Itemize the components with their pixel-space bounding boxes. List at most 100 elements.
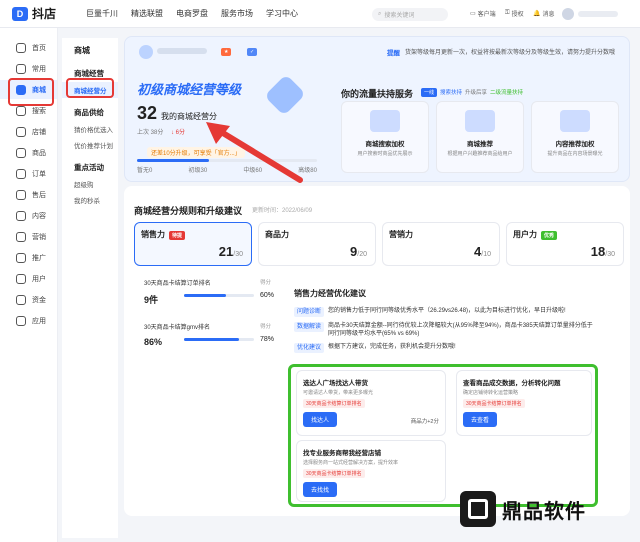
watermark-text: 鼎品软件 xyxy=(502,500,586,523)
submenu-item[interactable]: 超级购 xyxy=(62,176,118,192)
support-card[interactable]: 商城搜索加权 用户搜索时商品优先展示 xyxy=(341,101,429,173)
message-link[interactable]: 🔔 消息 xyxy=(533,9,555,18)
topnav-item[interactable]: 服务市场 xyxy=(221,8,253,19)
sidebar-item-label: 内容 xyxy=(32,212,46,220)
home-icon xyxy=(16,42,26,53)
fund-icon xyxy=(16,294,26,305)
support-tag: 搜索扶持 xyxy=(440,90,463,96)
score-delta: ↓ 6分 xyxy=(171,130,186,136)
advice-text: 您的销售力低于同行同等级优秀水平（26.29vs26.48)，以此为目标进行优化… xyxy=(328,308,566,314)
search-input[interactable]: ⌕ 搜索关键词 xyxy=(372,8,448,21)
auth-label: 授权 xyxy=(511,12,524,18)
sidebar-item[interactable]: 用户 xyxy=(0,269,57,288)
sidebar-item-label: 常用 xyxy=(32,65,46,73)
sidebar-item[interactable]: 首页 xyxy=(0,38,57,57)
topnav-item[interactable]: 学习中心 xyxy=(266,8,298,19)
sidebar-item[interactable]: 常用 xyxy=(0,59,57,78)
client-link[interactable]: ▭ 客户端 xyxy=(470,9,496,18)
submenu: 商城 商城经营 商城经营分 商品供给 猜价格优选入 优价推荐计划 重点活动 超级购 我的秒杀 xyxy=(62,38,118,538)
advice-tag: 问题诊断 xyxy=(294,307,325,317)
highlight-box-mall xyxy=(8,78,54,106)
metric-card[interactable]: 营销力 4/10 xyxy=(382,222,500,266)
sidebar-item[interactable]: 订单 xyxy=(0,164,57,183)
advice-row: 优化建议 根据下方建议，完成任务，获利机会提升分数哦! xyxy=(294,343,594,354)
advice-tag: 优化建议 xyxy=(294,343,325,354)
detail-progress xyxy=(184,338,254,341)
watermark: 鼎品软件 xyxy=(460,491,586,527)
submenu-item[interactable]: 商品供给 xyxy=(62,104,118,121)
support-tag: 升级后享 xyxy=(465,90,488,96)
top-bar: D 抖店 巨量千川 精选联盟 电商罗盘 服务市场 学习中心 ⌕ 搜索关键词 ▭ 客户端… xyxy=(0,0,640,28)
sidebar-item[interactable]: 应用 xyxy=(0,311,57,330)
level-step: 暂无0 xyxy=(137,168,153,174)
sidebar-item-label: 售后 xyxy=(32,191,46,199)
sidebar-item[interactable]: 店铺 xyxy=(0,122,57,141)
submenu-item[interactable]: 我的秒杀 xyxy=(62,192,118,208)
metric-card[interactable]: 商品力 9/20 xyxy=(258,222,376,266)
rules-title: 商城经营分规则和升级建议 xyxy=(134,206,243,216)
metric-total: /10 xyxy=(481,251,491,258)
goods-icon xyxy=(16,147,26,158)
detail-right: 60% xyxy=(260,292,275,299)
topnav-item[interactable]: 电商罗盘 xyxy=(176,8,208,19)
sidebar-item[interactable]: 资金 xyxy=(0,290,57,309)
metric-total: /30 xyxy=(605,251,615,258)
metric-detail: 30天商品卡结算订单排名 9件 得分 60% 30天商品卡结算gmv排名 86% 得分 78% xyxy=(138,272,282,364)
submenu-title: 商城 xyxy=(74,46,90,55)
submenu-item[interactable]: 猜价格优选入 xyxy=(62,121,118,137)
submenu-item[interactable]: 优价推荐计划 xyxy=(62,137,118,153)
sidebar-item-label: 商品 xyxy=(32,149,46,157)
detail-right-label: 得分 xyxy=(260,280,272,286)
topnav-item[interactable]: 精选联盟 xyxy=(131,8,163,19)
search-placeholder: 搜索关键词 xyxy=(384,13,415,19)
detail-label: 30天商品卡结算订单排名 xyxy=(144,281,211,287)
support-illustration-icon xyxy=(465,110,495,132)
promote-icon xyxy=(16,252,26,263)
client-label: 客户端 xyxy=(477,12,496,18)
sidebar-item-label: 营销 xyxy=(32,233,46,241)
badge: ★ xyxy=(221,48,232,56)
support-card[interactable]: 内容推荐加权 提升商品在内容场景曝光 xyxy=(531,101,619,173)
auth-link[interactable]: ⚿ 授权 xyxy=(505,9,524,18)
metric-tag: 待提 xyxy=(169,231,186,240)
marketing-icon xyxy=(16,231,26,242)
notice-tag: 提醒 xyxy=(387,50,400,57)
sidebar-item-label: 资金 xyxy=(32,296,46,304)
sidebar-item[interactable]: 营销 xyxy=(0,227,57,246)
sidebar-item-label: 推广 xyxy=(32,254,46,262)
detail-right-label: 得分 xyxy=(260,324,272,330)
sidebar-item[interactable]: 内容 xyxy=(0,206,57,225)
metric-label: 销售力 待提 xyxy=(141,229,245,240)
topnav-item[interactable]: 巨量千川 xyxy=(86,8,118,19)
detail-progress xyxy=(184,294,254,297)
badge: ✓ xyxy=(247,48,258,56)
metric-score: 21 xyxy=(218,244,234,259)
metric-card[interactable]: 用户力 优秀 18/30 xyxy=(506,222,624,266)
sidebar-item[interactable]: 商品 xyxy=(0,143,57,162)
support-card-sub: 根据用户兴趣推荐商品给用户 xyxy=(447,151,513,157)
support-title: 你的流量扶持服务 xyxy=(341,89,414,99)
support-card[interactable]: 商城推荐 根据用户兴趣推荐商品给用户 xyxy=(436,101,524,173)
aftersale-icon xyxy=(16,189,26,200)
prev-score: 上次 38分 xyxy=(137,130,164,136)
submenu-item[interactable]: 重点活动 xyxy=(62,159,118,176)
top-nav: 巨量千川 精选联盟 电商罗盘 服务市场 学习中心 xyxy=(86,8,298,19)
shop-name-blurred xyxy=(157,48,207,54)
shop-avatar xyxy=(139,45,153,59)
app-logo[interactable]: D 抖店 xyxy=(12,5,56,22)
detail-row: 30天商品卡结算订单排名 9件 得分 60% xyxy=(144,278,276,322)
support-card-title: 内容推荐加权 xyxy=(555,141,595,148)
sidebar-item[interactable]: 售后 xyxy=(0,185,57,204)
star-icon xyxy=(16,63,26,74)
sidebar-item-label: 店铺 xyxy=(32,128,46,136)
advice-title: 销售力经营优化建议 xyxy=(294,289,366,298)
detail-label: 30天商品卡结算gmv排名 xyxy=(144,325,211,331)
advice-row: 数据解读 商品卡30天结算金额--同行待优较上次降幅较大(从95%降至94%)，商… xyxy=(294,322,594,338)
sidebar-item[interactable]: 推广 xyxy=(0,248,57,267)
rules-sub: 更新时间：2022/06/09 xyxy=(252,208,313,214)
metric-card[interactable]: 销售力 待提 21/30 xyxy=(134,222,252,266)
support-tag: 二级流量扶持 xyxy=(490,90,524,96)
avatar[interactable] xyxy=(562,8,574,20)
metric-label: 用户力 优秀 xyxy=(513,229,617,240)
metric-label: 营销力 xyxy=(389,230,413,239)
